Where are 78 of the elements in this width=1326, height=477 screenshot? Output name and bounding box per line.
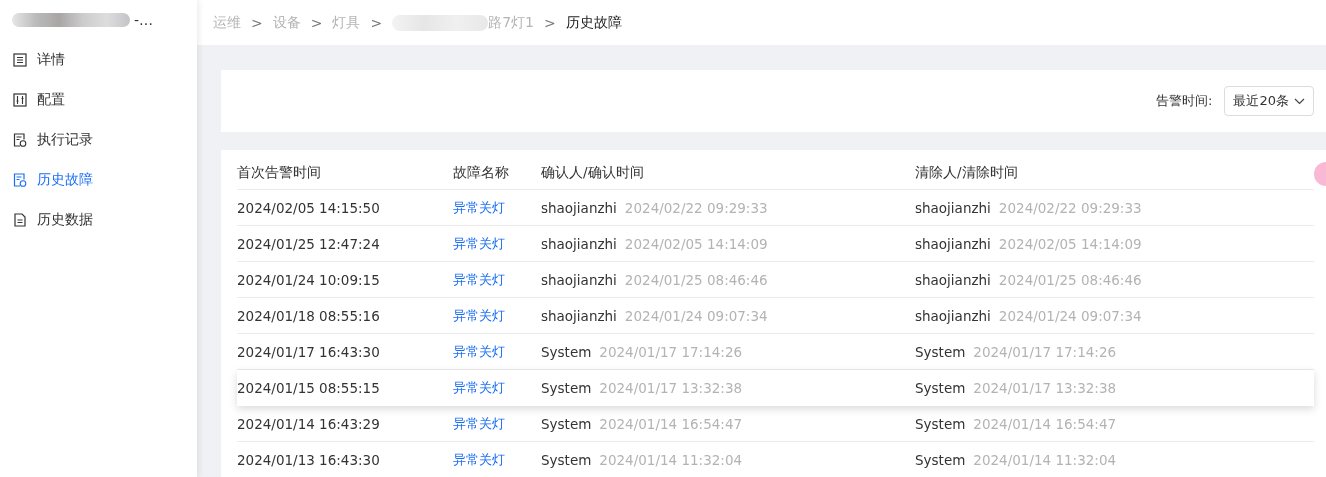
timestamp: 2024/02/05 14:14:09 <box>998 235 1142 252</box>
sidebar-item[interactable]: 执行记录 <box>0 120 197 160</box>
sidebar-item[interactable]: 历史数据 <box>0 200 197 240</box>
user-name: System <box>915 415 966 432</box>
table-row[interactable]: 2024/01/15 08:55:15 异常关灯 System 2024/01/17 13:32:38 System 2024/01/17 13:32:38 <box>237 370 1314 406</box>
timestamp: 2024/01/24 09:07:34 <box>624 307 768 324</box>
fault-link[interactable]: 异常关灯 <box>453 306 541 325</box>
timestamp: 2024/01/14 16:54:47 <box>973 415 1117 432</box>
breadcrumb-separator: > <box>251 14 263 31</box>
timestamp: 2024/01/14 11:32:04 <box>599 451 743 468</box>
list-icon <box>13 53 27 67</box>
timestamp: 2024/02/22 09:29:33 <box>624 199 768 216</box>
user-name: shaojianzhi <box>541 307 617 324</box>
fault-link[interactable]: 异常关灯 <box>453 234 541 253</box>
table-row[interactable]: 2024/01/14 16:43:29 异常关灯 System 2024/01/14 16:54:47 System 2024/01/14 16:54:47 <box>237 406 1314 442</box>
user-name: shaojianzhi <box>915 199 991 216</box>
fault-link[interactable]: 异常关灯 <box>453 450 541 469</box>
breadcrumb-separator: > <box>544 14 556 31</box>
timestamp: 2024/01/17 17:14:26 <box>973 343 1117 360</box>
table-row[interactable]: 2024/02/05 14:15:50 异常关灯 shaojianzhi 2024/02/22 09:29:33 shaojianzhi 2024/02/22 09:29:33 <box>237 190 1314 226</box>
user-name: System <box>915 451 966 468</box>
user-name: shaojianzhi <box>915 271 991 288</box>
table-cell-text: 2024/02/05 14:15:50 <box>237 199 381 216</box>
sidebar-item[interactable]: 历史故障 <box>0 160 197 200</box>
timestamp: 2024/01/17 13:32:38 <box>973 379 1117 396</box>
table-row[interactable]: 2024/01/25 12:47:24 异常关灯 shaojianzhi 2024/02/05 14:14:09 shaojianzhi 2024/02/05 14:14:09 <box>237 226 1314 262</box>
fault-link[interactable]: 异常关灯 <box>453 414 541 433</box>
column-header: 清除人/清除时间 <box>915 163 1019 182</box>
user-name: System <box>915 343 966 360</box>
timestamp: 2024/02/22 09:29:33 <box>998 199 1142 216</box>
timestamp: 2024/01/25 08:46:46 <box>624 271 768 288</box>
table-cell-text: 2024/01/14 16:43:29 <box>237 415 381 432</box>
table-cell-text: 2024/01/15 08:55:15 <box>237 379 381 396</box>
sidebar-item[interactable]: 详情 <box>0 40 197 80</box>
document-clock-icon <box>13 133 27 147</box>
column-header: 确认人/确认时间 <box>541 163 645 182</box>
breadcrumb-separator: > <box>310 14 323 31</box>
timestamp: 2024/01/25 08:46:46 <box>998 271 1142 288</box>
sidebar-item[interactable]: 配置 <box>0 80 197 120</box>
user-name: shaojianzhi <box>541 199 617 216</box>
timestamp: 2024/01/14 11:32:04 <box>973 451 1117 468</box>
fault-link[interactable]: 异常关灯 <box>453 342 541 361</box>
column-header: 故障名称 <box>453 163 510 182</box>
user-name: shaojianzhi <box>541 235 617 252</box>
user-name: shaojianzhi <box>915 307 991 324</box>
user-name: shaojianzhi <box>915 235 991 252</box>
table-row[interactable]: 2024/01/13 16:43:30 异常关灯 System 2024/01/14 11:32:04 System 2024/01/14 11:32:04 <box>237 442 1314 477</box>
table-row[interactable]: 2024/01/18 08:55:16 异常关灯 shaojianzhi 2024/01/24 09:07:34 shaojianzhi 2024/01/24 09:07:34 <box>237 298 1314 334</box>
fault-link[interactable]: 异常关灯 <box>453 270 541 289</box>
timestamp: 2024/01/14 16:54:47 <box>599 415 743 432</box>
table-cell-text: 2024/01/17 16:43:30 <box>237 343 381 360</box>
document-icon <box>13 213 27 227</box>
fault-link[interactable]: 异常关灯 <box>453 198 541 217</box>
user-name: System <box>541 415 592 432</box>
user-name: System <box>541 451 592 468</box>
user-name: shaojianzhi <box>541 271 617 288</box>
document-clock-icon <box>13 173 27 187</box>
device-title: -… <box>134 12 154 28</box>
table-cell-text: 2024/01/25 12:47:24 <box>237 235 381 252</box>
table-cell-text: 2024/01/13 16:43:30 <box>237 451 381 468</box>
timestamp: 2024/01/17 17:14:26 <box>599 343 743 360</box>
sliders-icon <box>13 93 27 107</box>
table-row[interactable]: 2024/01/24 10:09:15 异常关灯 shaojianzhi 2024/01/25 08:46:46 shaojianzhi 2024/01/25 08:46:46 <box>237 262 1314 298</box>
user-name: System <box>915 379 966 396</box>
user-name: System <box>541 379 592 396</box>
timestamp: 2024/01/24 09:07:34 <box>998 307 1142 324</box>
time-select[interactable]: 最近20条 <box>1224 86 1314 116</box>
breadcrumb-separator: > <box>370 14 383 31</box>
table-cell-text: 2024/01/18 08:55:16 <box>237 307 381 324</box>
filter-label: 告警时间: <box>1156 92 1213 110</box>
column-header: 首次告警时间 <box>237 163 322 182</box>
table-cell-text: 2024/01/24 10:09:15 <box>237 271 381 288</box>
timestamp: 2024/01/17 13:32:38 <box>599 379 743 396</box>
fault-link[interactable]: 异常关灯 <box>453 378 541 397</box>
caret-icon <box>1294 97 1305 105</box>
timestamp: 2024/02/05 14:14:09 <box>624 235 768 252</box>
user-name: System <box>541 343 592 360</box>
table-row[interactable]: 2024/01/17 16:43:30 异常关灯 System 2024/01/17 17:14:26 System 2024/01/17 17:14:26 <box>237 334 1314 370</box>
